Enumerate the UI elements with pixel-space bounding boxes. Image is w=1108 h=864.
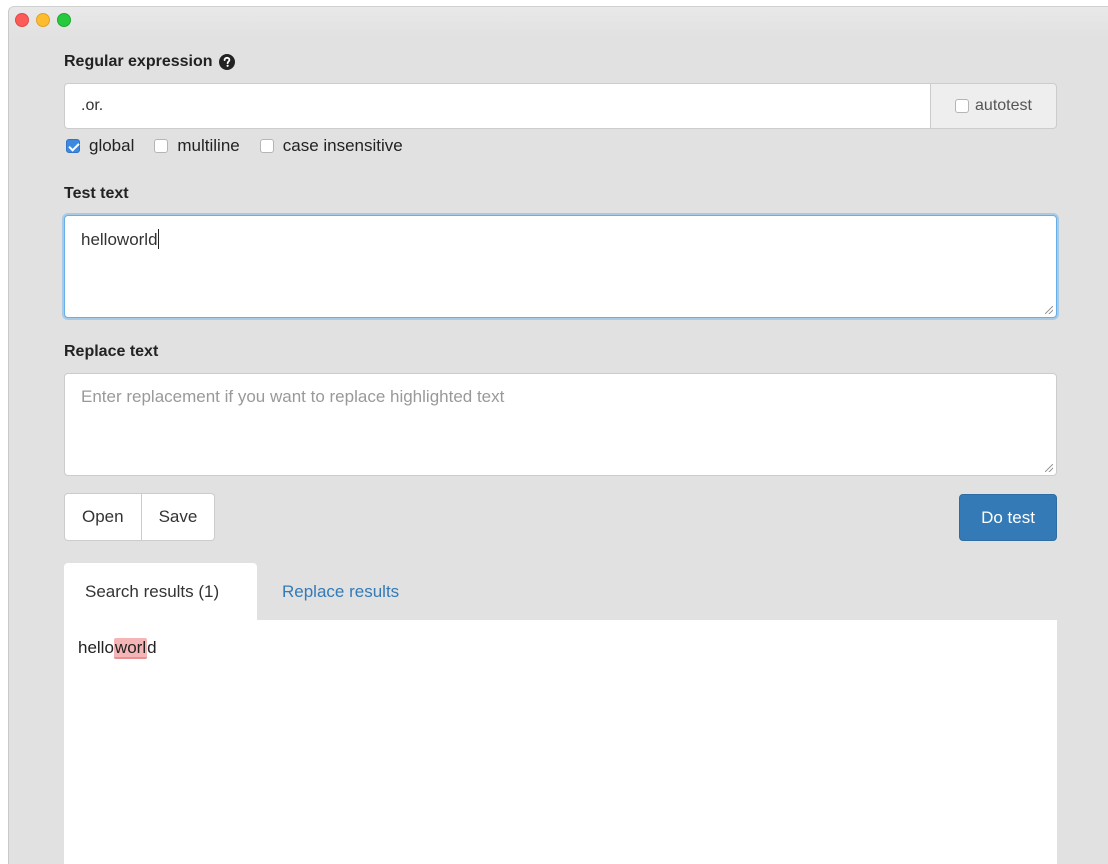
results-tabs: Search results (1) Replace results [64, 563, 420, 621]
search-results-panel: helloworld [64, 620, 1057, 864]
minimize-window-button[interactable] [36, 13, 50, 27]
resize-handle[interactable] [1045, 306, 1053, 314]
test-text-value: helloworld [81, 230, 158, 249]
do-test-button[interactable]: Do test [959, 494, 1057, 541]
test-text-area[interactable]: helloworld [64, 215, 1057, 318]
flag-multiline-label: multiline [177, 136, 240, 155]
maximize-window-button[interactable] [57, 13, 71, 27]
flag-global[interactable]: global [66, 136, 134, 156]
save-button[interactable]: Save [141, 493, 216, 541]
test-text-label: Test text [64, 185, 129, 203]
replace-text-placeholder: Enter replacement if you want to replace… [81, 387, 505, 406]
flag-multiline[interactable]: multiline [154, 136, 240, 156]
case-insensitive-checkbox[interactable] [259, 139, 274, 153]
tab-search-results[interactable]: Search results (1) [64, 563, 257, 621]
regex-input-group: autotest [64, 83, 1057, 129]
tab-replace-results[interactable]: Replace results [257, 563, 420, 621]
question-circle-icon[interactable] [218, 54, 235, 70]
file-button-group: Open Save [64, 493, 216, 541]
global-checkbox[interactable] [66, 139, 80, 153]
regex-input[interactable] [64, 83, 930, 129]
regex-flags: global multiline case insensitive [66, 135, 423, 157]
flag-global-label: global [89, 136, 135, 155]
multiline-checkbox[interactable] [154, 139, 169, 153]
replace-text-label-text: Replace text [64, 343, 159, 360]
open-button[interactable]: Open [64, 493, 142, 541]
close-window-button[interactable] [15, 13, 29, 27]
regex-label: Regular expression [64, 53, 213, 70]
result-text-before-match: hello [78, 638, 114, 657]
autotest-toggle[interactable]: autotest [930, 83, 1057, 129]
flag-case-insensitive[interactable]: case insensitive [259, 136, 403, 156]
resize-handle[interactable] [1045, 464, 1053, 472]
flag-case-insensitive-label: case insensitive [282, 136, 403, 155]
text-cursor [157, 229, 159, 249]
title-bar [9, 7, 1108, 37]
app-window: Regular expression autotest global multi… [8, 6, 1108, 864]
replace-text-label: Replace text [64, 343, 158, 361]
test-text-label-text: Test text [64, 185, 129, 202]
regex-label-row: Regular expression [64, 53, 235, 71]
result-text-after-match: d [147, 638, 157, 657]
autotest-checkbox[interactable] [955, 99, 970, 113]
match-highlight: worl [113, 638, 148, 659]
replace-text-area[interactable]: Enter replacement if you want to replace… [64, 373, 1057, 476]
autotest-label: autotest [975, 97, 1032, 114]
